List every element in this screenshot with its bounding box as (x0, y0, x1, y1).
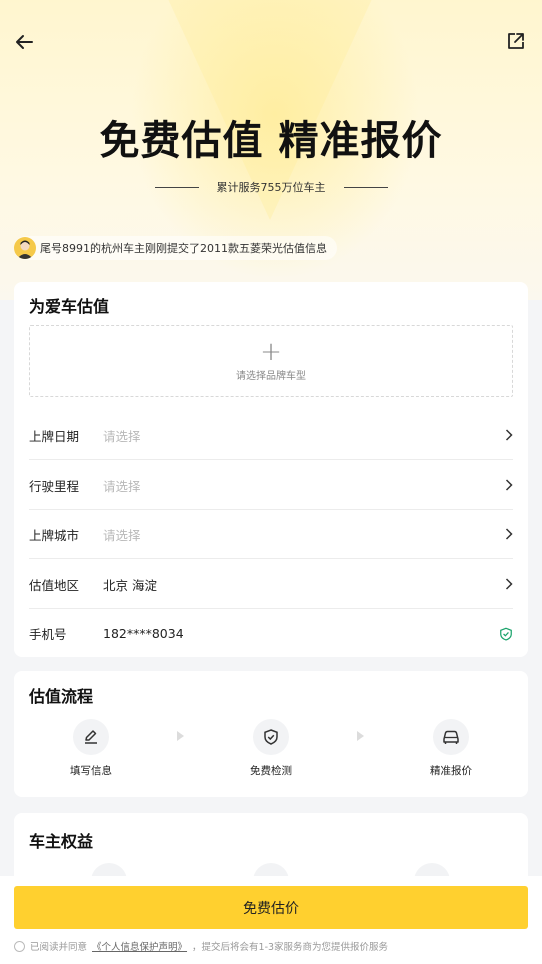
agree-checkbox[interactable] (14, 940, 25, 952)
agree-suffix: ，提交后将会有1-3家服务商为您提供报价服务 (192, 942, 389, 953)
phone-value: 182****8034 (103, 626, 184, 641)
step-accurate-quote: 精准报价 (391, 719, 511, 778)
step-arrow (357, 731, 364, 741)
process-flow: 填写信息 免费检测 精准报价 (14, 719, 528, 779)
shield-icon (253, 719, 289, 755)
chevron-right-icon (499, 429, 513, 441)
picker-hint: 请选择品牌车型 (236, 370, 306, 382)
mileage-value: 请选择 (103, 478, 141, 494)
valuation-card: 为爱车估值 + 请选择品牌车型 上牌日期 请选择 行驶里程 请选择 上牌城市 请… (14, 282, 528, 657)
chevron-right-icon (499, 528, 513, 540)
chevron-right-icon (499, 578, 513, 590)
privacy-link[interactable]: 《个人信息保护声明》 (92, 939, 187, 953)
step-label: 免费检测 (250, 765, 292, 777)
registration-date-value: 请选择 (103, 428, 141, 444)
valuation-title: 为爱车估值 (29, 297, 110, 316)
shield-check-icon (499, 626, 513, 642)
registration-city-row[interactable]: 上牌城市 请选择 (29, 510, 513, 559)
registration-date-row[interactable]: 上牌日期 请选择 (29, 411, 513, 460)
valuation-region-value: 北京 海淀 (103, 577, 157, 593)
process-card: 估值流程 填写信息 免费检测 精准报价 (14, 671, 528, 797)
agree-prefix: 已阅读并同意 (30, 942, 88, 953)
step-arrow (177, 731, 184, 741)
brand-model-picker[interactable]: + 请选择品牌车型 (29, 325, 513, 397)
hero-subtitle-text: 累计服务755万位车主 (216, 181, 326, 194)
step-free-inspection: 免费检测 (211, 719, 331, 778)
valuation-region-row[interactable]: 估值地区 北京 海淀 (29, 560, 513, 609)
bottom-action-bar: 免费估价 已阅读并同意 《个人信息保护声明》 ，提交后将会有1-3家服务商为您提… (0, 876, 542, 964)
ticker-text: 尾号8991的杭州车主刚刚提交了2011款五菱荣光估值信息 (40, 242, 327, 255)
row-label: 上牌日期 (29, 428, 80, 444)
hero-title: 免费估值 精准报价 (99, 118, 443, 164)
mileage-row[interactable]: 行驶里程 请选择 (29, 461, 513, 510)
row-label: 上牌城市 (29, 527, 80, 543)
row-label: 估值地区 (29, 577, 80, 593)
row-label: 手机号 (29, 627, 67, 642)
divider-right (343, 186, 388, 188)
divider-left (154, 186, 199, 188)
share-icon (508, 33, 524, 49)
chevron-right-icon (499, 479, 513, 491)
process-title: 估值流程 (29, 687, 94, 706)
plus-icon: + (260, 336, 282, 367)
row-label: 行驶里程 (29, 478, 80, 494)
share-button[interactable] (502, 27, 530, 55)
step-fill-info: 填写信息 (31, 719, 151, 778)
hero-subtitle: 累计服务755万位车主 (0, 179, 542, 195)
agreement: 已阅读并同意 《个人信息保护声明》 ，提交后将会有1-3家服务商为您提供报价服务 (14, 939, 388, 953)
step-label: 填写信息 (70, 765, 112, 777)
edit-icon (73, 719, 109, 755)
avatar (14, 237, 36, 259)
arrow-left-icon (16, 35, 33, 49)
benefits-title: 车主权益 (29, 832, 94, 851)
activity-ticker: 尾号8991的杭州车主刚刚提交了2011款五菱荣光估值信息 (14, 236, 337, 260)
registration-city-value: 请选择 (103, 527, 141, 543)
phone-row[interactable]: 手机号 182****8034 (29, 609, 513, 658)
step-label: 精准报价 (430, 765, 472, 777)
car-icon (433, 719, 469, 755)
free-quote-button[interactable]: 免费估价 (14, 886, 528, 929)
back-button[interactable] (10, 28, 38, 56)
